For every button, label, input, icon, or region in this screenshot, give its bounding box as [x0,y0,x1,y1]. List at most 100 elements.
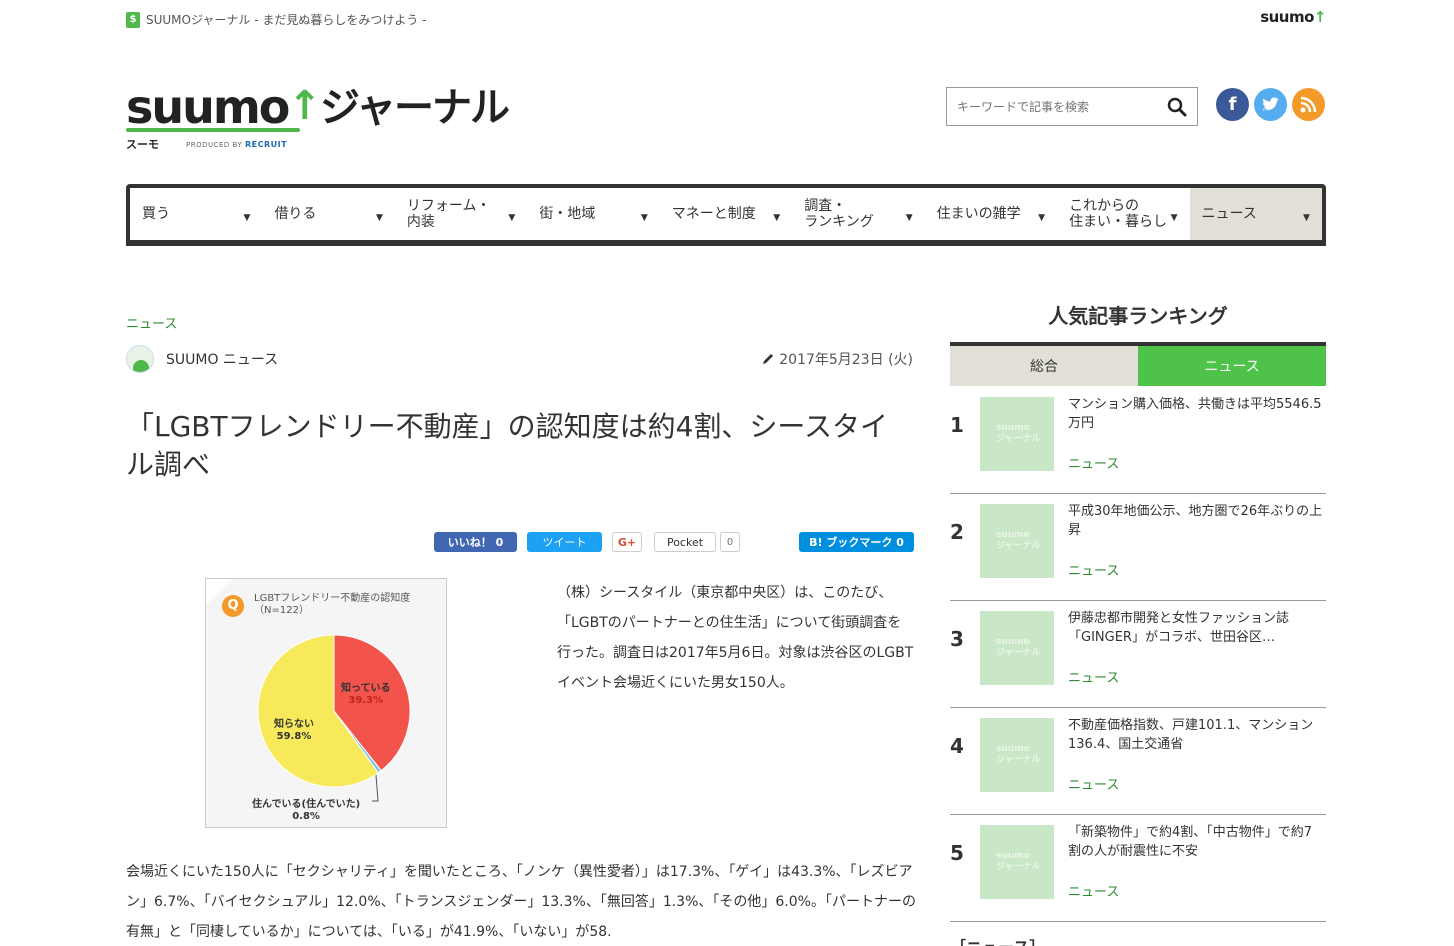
nav-label: 街・地域 [539,206,596,222]
produced-by: PRODUCED BY RECRUIT [186,140,287,149]
pencil-icon [763,354,774,364]
main-nav: 買う ▼ 借りる ▼ リフォーム・ 内装 ▼ 街・地域 ▼ マネーと制度 ▼ 調査・ ラン… [126,184,1326,246]
facebook-icon[interactable]: f [1216,88,1249,121]
nav-item-buy[interactable]: 買う ▼ [130,188,262,240]
thumbnail-image: suumo ジャーナル [980,397,1054,471]
rank-title[interactable]: マンション購入価格、共働きは平均5546.5万円 [1068,395,1324,433]
rank-title[interactable]: 「新築物件」で約4割、「中古物件」で約7割の人が耐震性に不安 [1068,823,1324,861]
twitter-icon[interactable] [1254,88,1287,121]
caret-down-icon: ▼ [1303,213,1310,223]
thumbnail-image: suumo ジャーナル [980,718,1054,792]
caret-down-icon: ▼ [1170,213,1178,223]
label-lived-value: 0.8% [292,811,320,822]
leader-line [372,774,379,802]
tab-overall[interactable]: 総合 [950,346,1138,386]
date-text: 2017年5月23日 (火) [779,352,913,368]
brand-text: suumo [1260,8,1314,26]
thumbnail-image: suumo ジャーナル [980,504,1054,578]
top-bar: $ SUUMOジャーナル - まだ見ぬ暮らしをみつけよう - suumo↑ [126,8,1327,30]
nav-item-future[interactable]: これからの 住まい・暮らし ▼ [1057,188,1189,240]
label-dontknow-value: 59.8% [276,731,312,742]
nav-label: 住まいの雑学 [936,206,1021,222]
nav-item-rent[interactable]: 借りる ▼ [262,188,394,240]
label-lived-text: 住んでいる(住んでいた) [252,799,361,810]
label-dontknow-text: 知らない [274,719,314,730]
label-know-text: 知っている [341,683,391,694]
rank-category[interactable]: ニュース [1068,667,1119,686]
rss-icon[interactable] [1292,88,1325,121]
pocket-count: 0 [720,532,740,552]
caret-down-icon: ▼ [375,213,383,223]
nav-item-reform[interactable]: リフォーム・ 内装 ▼ [395,188,527,240]
rank-number: 3 [950,627,964,651]
site-tagline[interactable]: $ SUUMOジャーナル - まだ見ぬ暮らしをみつけよう - [126,11,427,28]
caret-down-icon: ▼ [640,213,648,223]
logo-suumo: suumo [126,80,290,134]
rank-title[interactable]: 伊藤忠都市開発と女性ファッション誌「GINGER」がコラボ、世田谷区… [1068,609,1324,647]
search-input[interactable] [947,88,1157,125]
rank-number: 5 [950,841,964,865]
ranking-item[interactable]: 3 suumo ジャーナル 伊藤忠都市開発と女性ファッション誌「GINGER」が… [950,601,1326,708]
nav-item-money[interactable]: マネーと制度 ▼ [660,188,792,240]
pocket-button[interactable]: Pocket [654,532,716,552]
nav-item-news[interactable]: ニュース ▼ [1189,188,1322,240]
publish-date: 2017年5月23日 (火) [761,349,913,369]
caret-down-icon: ▼ [773,213,781,223]
article-title: 「LGBTフレンドリー不動産」の認知度は約4割、シースタイル調べ [126,410,889,481]
caret-down-icon: ▼ [1038,213,1046,223]
pie-chart [257,634,411,802]
author-block[interactable]: SUUMO ニュース [126,345,278,373]
rank-number: 4 [950,734,964,758]
rank-category[interactable]: ニュース [1068,560,1119,579]
rank-number: 2 [950,520,964,544]
ranking-item[interactable]: 2 suumo ジャーナル 平成30年地価公示、地方圏で26年ぶりの上昇 ニュー… [950,494,1326,601]
nav-label: マネーと制度 [671,206,756,222]
nav-label: ニュース [1201,206,1257,222]
tagline-text: SUUMOジャーナル - まだ見ぬ暮らしをみつけよう - [146,13,427,27]
ranking-item[interactable]: 4 suumo ジャーナル 不動産価格指数、戸建101.1、マンション136.4… [950,708,1326,815]
rank-category[interactable]: ニュース [1068,453,1119,472]
label-know: 知っている 39.3% [341,683,391,707]
ranking-item[interactable]: 1 suumo ジャーナル マンション購入価格、共働きは平均5546.5万円 ニ… [950,387,1326,494]
site-logo[interactable]: suumo ↑ ジャーナル スーモ PRODUCED BY RECRUIT [126,84,526,154]
caret-down-icon: ▼ [508,213,516,223]
gplus-button[interactable]: G+ [612,532,642,552]
nav-item-area[interactable]: 街・地域 ▼ [527,188,659,240]
suumo-brand-logo[interactable]: suumo↑ [1260,8,1326,26]
label-dontknow: 知らない 59.8% [274,719,314,743]
nav-item-trivia[interactable]: 住まいの雑学 ▼ [925,188,1057,240]
nav-label: 借りる [274,206,317,222]
ranking-title: 人気記事ランキング [1048,304,1228,328]
search-box [946,87,1198,126]
rank-category[interactable]: ニュース [1068,774,1119,793]
caret-down-icon: ▼ [243,213,251,223]
article-paragraph-2: 会場近くにいた150人に「セクシャリティ」を聞いたところ、「ノンケ（異性愛者）」… [126,864,916,940]
label-know-value: 39.3% [348,695,384,706]
rank-title[interactable]: 不動産価格指数、戸建101.1、マンション136.4、国土交通省 [1068,716,1324,754]
logo-journal: ジャーナル [320,85,510,131]
tab-news[interactable]: ニュース [1138,346,1326,386]
hatena-bookmark-button[interactable]: B! ブックマーク 0 [799,532,914,552]
rank-number: 1 [950,413,964,437]
nav-label: リフォーム・ 内装 [406,198,491,230]
recruit-label: RECRUIT [244,140,288,149]
ranking-item[interactable]: 5 suumo ジャーナル 「新築物件」で約4割、「中古物件」で約7割の人が耐震… [950,815,1326,922]
nav-item-research[interactable]: 調査・ ランキング ▼ [792,188,924,240]
logo-kana: スーモ [126,138,159,151]
search-icon[interactable] [1167,97,1187,117]
nav-label: これからの 住まい・暮らし [1069,198,1168,230]
breadcrumb-category[interactable]: ニュース [126,313,177,332]
label-lived: 住んでいる(住んでいた) 0.8% [252,799,360,823]
arrow-up-icon: ↑ [1313,8,1327,26]
section-heading-news: ［ニュース］ [950,934,1045,946]
caret-down-icon: ▼ [905,213,913,223]
ranking-tabs: 総合 ニュース [950,342,1326,386]
produced-label: PRODUCED BY [186,141,243,149]
tweet-button[interactable]: ツイート [527,532,602,552]
rank-title[interactable]: 平成30年地価公示、地方圏で26年ぶりの上昇 [1068,502,1324,540]
thumbnail-image: suumo ジャーナル [980,825,1054,899]
article-paragraph-1: （株）シースタイル（東京都中央区）は、このたび、「LGBTのパートナーとの住生活… [557,585,914,691]
tag-icon: $ [126,11,140,28]
rank-category[interactable]: ニュース [1068,881,1119,900]
facebook-like-button[interactable]: いいね！ 0 [434,532,517,552]
